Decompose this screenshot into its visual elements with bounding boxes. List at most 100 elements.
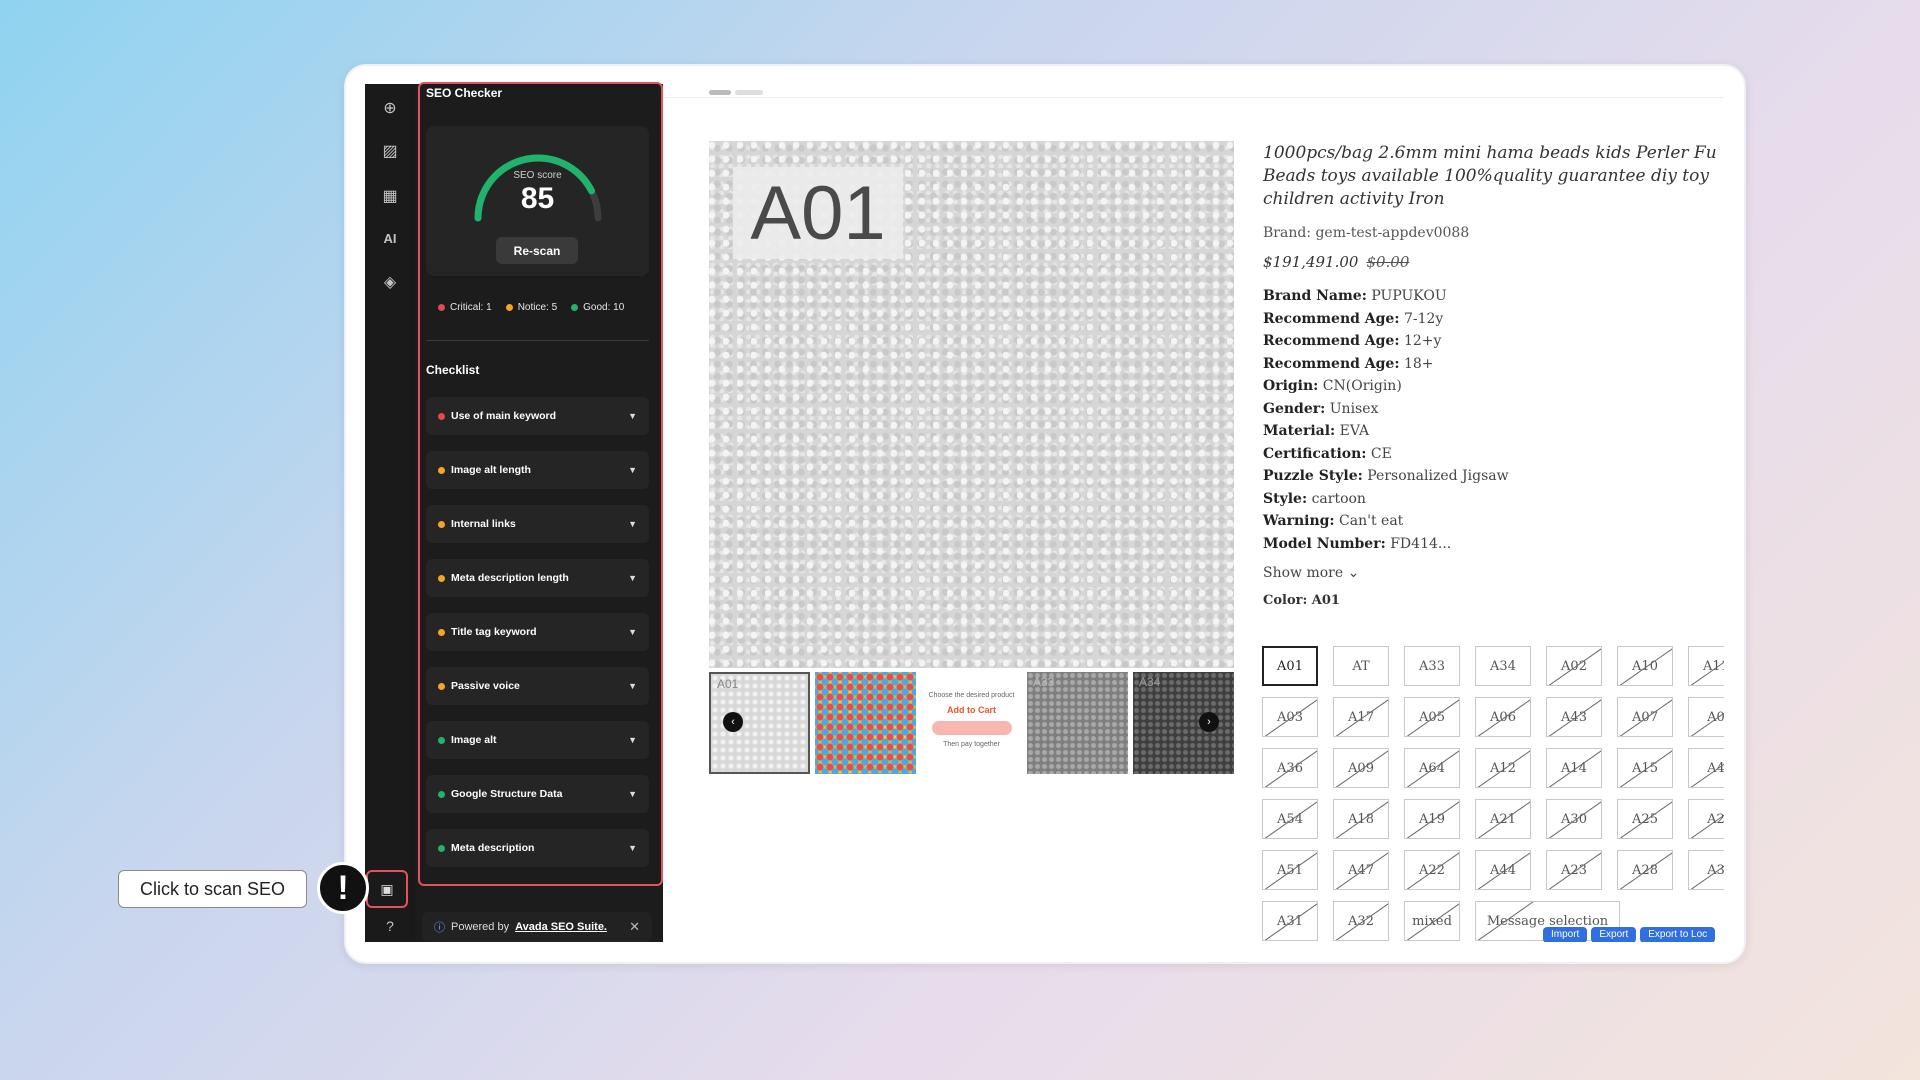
checklist-item-label: Use of main keyword (451, 410, 557, 422)
color-swatch[interactable]: A14 (1546, 748, 1602, 788)
chevron-down-icon: ▼ (628, 411, 637, 421)
color-swatch[interactable]: A18 (1333, 799, 1389, 839)
color-swatch[interactable]: A21 (1475, 799, 1531, 839)
exclamation-icon: ! (317, 862, 369, 914)
color-swatch[interactable]: A3 (1688, 850, 1724, 890)
powered-prefix: Powered by (451, 921, 510, 933)
color-swatch[interactable]: A15 (1617, 748, 1673, 788)
color-swatch[interactable]: A2 (1688, 799, 1724, 839)
color-swatch[interactable]: A23 (1546, 850, 1602, 890)
spec-value: Personalized Jigsaw (1367, 468, 1509, 484)
next-arrow-icon[interactable]: › (1199, 712, 1219, 732)
rescan-button[interactable]: Re-scan (496, 237, 578, 264)
color-swatch[interactable]: A12 (1475, 748, 1531, 788)
import-button[interactable]: Import (1543, 927, 1588, 942)
spec-key: Brand Name: (1263, 288, 1367, 304)
checklist-item-image-alt[interactable]: Image alt ▼ (426, 721, 649, 759)
checklist-item-main-keyword[interactable]: Use of main keyword ▼ (426, 397, 649, 435)
color-swatch[interactable]: A54 (1262, 799, 1318, 839)
color-swatch[interactable]: A17 (1333, 697, 1389, 737)
checklist-item-label: Internal links (451, 518, 516, 530)
help-icon[interactable]: ? (374, 910, 406, 942)
spec-row: Style: cartoon (1263, 488, 1724, 511)
color-swatch[interactable]: A07 (1617, 697, 1673, 737)
good-dot (571, 304, 579, 311)
color-swatch[interactable]: A36 (1262, 748, 1318, 788)
color-swatch[interactable]: A51 (1262, 850, 1318, 890)
stat-label: Good: 10 (583, 302, 625, 313)
spec-key: Recommend Age: (1263, 355, 1400, 372)
checklist-item-label: Google Structure Data (451, 788, 563, 800)
spec-row: Recommend Age: 18+ (1263, 353, 1724, 376)
color-swatch[interactable]: A19 (1404, 799, 1460, 839)
checklist-item-label: Image alt length (451, 464, 531, 476)
thumbnail[interactable]: Choose the desired product Add to Cart T… (921, 672, 1022, 774)
status-dot (438, 844, 445, 852)
preview-indicator (735, 90, 763, 95)
pages-icon[interactable]: ▨ (374, 135, 406, 167)
color-swatch[interactable]: A4 (1688, 748, 1724, 788)
product-title: 1000pcs/bag 2.6mm mini hama beads kids P… (1263, 143, 1717, 209)
checklist-item-label: Image alt (451, 734, 497, 746)
thumbnail[interactable]: A33 (1027, 672, 1128, 774)
color-swatch[interactable]: A09 (1333, 748, 1389, 788)
color-swatch[interactable]: A10 (1617, 646, 1673, 686)
spec-row: Certification: CE (1263, 443, 1724, 466)
spec-key: Recommend Age: (1263, 333, 1400, 349)
color-swatch[interactable]: A34 (1475, 646, 1531, 686)
seo-score-card: SEO score 85 Re-scan (426, 126, 649, 276)
export-button[interactable]: Export (1591, 927, 1637, 942)
color-swatch[interactable]: A30 (1546, 799, 1602, 839)
color-swatch[interactable]: A0 (1688, 697, 1724, 737)
checklist-item-label: Meta description (451, 842, 535, 854)
checklist-item-meta-description[interactable]: Meta description ▼ (426, 829, 649, 867)
color-swatch[interactable]: AT (1333, 646, 1389, 686)
color-swatch[interactable]: A01 (1262, 646, 1318, 686)
color-swatch[interactable]: A64 (1404, 748, 1460, 788)
color-swatch[interactable]: A28 (1617, 850, 1673, 890)
close-icon[interactable]: ✕ (629, 919, 640, 935)
stat-label: Notice: 5 (517, 302, 558, 313)
layout-icon[interactable]: ▦ (374, 180, 406, 212)
color-label: Color: A01 (1263, 593, 1340, 608)
color-swatch[interactable]: A32 (1333, 901, 1389, 941)
notice-dot (505, 304, 513, 311)
checklist-item-google-structure-data[interactable]: Google Structure Data ▼ (426, 775, 649, 813)
color-swatch[interactable]: A11 (1688, 646, 1724, 686)
color-swatch[interactable]: A31 (1262, 901, 1318, 941)
prev-arrow-icon[interactable]: ‹ (723, 712, 743, 732)
scan-seo-tooltip: Click to scan SEO (118, 870, 307, 908)
add-icon[interactable]: ⊕ (374, 92, 406, 124)
export-to-local-button[interactable]: Export to Loc (1640, 927, 1716, 942)
thumbnail[interactable] (815, 672, 916, 774)
product-main-image[interactable]: A01 (709, 141, 1234, 668)
checklist-item-internal-links[interactable]: Internal links ▼ (426, 505, 649, 543)
color-swatch[interactable]: A43 (1546, 697, 1602, 737)
color-swatch[interactable]: A06 (1475, 697, 1531, 737)
avada-link[interactable]: Avada SEO Suite. (515, 921, 607, 933)
checklist-item-passive-voice[interactable]: Passive voice ▼ (426, 667, 649, 705)
score-label: SEO score (513, 170, 562, 181)
divider (426, 340, 649, 341)
color-swatch[interactable]: A03 (1262, 697, 1318, 737)
color-swatch[interactable]: A02 (1546, 646, 1602, 686)
spec-key: Style: (1263, 490, 1308, 507)
color-swatch[interactable]: A22 (1404, 850, 1460, 890)
seo-scan-button[interactable]: ▣ (366, 870, 408, 908)
powered-by-banner: ⓘ Powered by Avada SEO Suite. ✕ (422, 912, 652, 942)
show-more-link[interactable]: Show more ⌄ (1263, 565, 1724, 581)
checklist-item-title-tag-keyword[interactable]: Title tag keyword ▼ (426, 613, 649, 651)
checklist-item-image-alt-length[interactable]: Image alt length ▼ (426, 451, 649, 489)
spec-key: Warning: (1263, 513, 1335, 529)
color-swatch[interactable]: A44 (1475, 850, 1531, 890)
color-swatch[interactable]: A47 (1333, 850, 1389, 890)
checklist-item-meta-description-length[interactable]: Meta description length ▼ (426, 559, 649, 597)
spec-key: Recommend Age: (1263, 310, 1400, 327)
color-swatch[interactable]: A33 (1404, 646, 1460, 686)
ai-icon[interactable]: AI (374, 222, 406, 254)
color-swatch[interactable]: A05 (1404, 697, 1460, 737)
layers-icon[interactable]: ◈ (374, 266, 406, 298)
color-swatch[interactable]: A25 (1617, 799, 1673, 839)
stat-good: Good: 10 (571, 302, 624, 313)
color-swatch[interactable]: mixed (1404, 901, 1460, 941)
